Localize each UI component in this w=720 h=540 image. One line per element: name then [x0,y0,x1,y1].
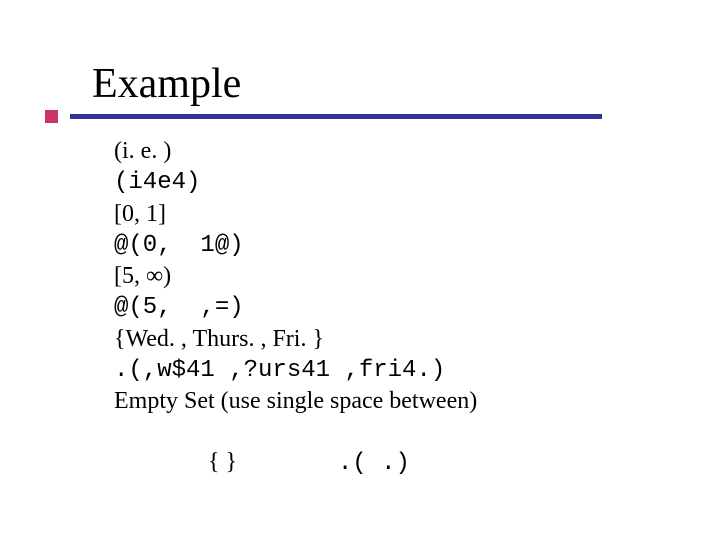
example-label-4: {Wed. , Thurs. , Fri. } [114,325,720,354]
slide-title: Example [92,60,720,108]
example-code-2: @(0, 1@) [114,231,720,260]
example-label-3: [5, ∞) [114,262,720,291]
slide-body: (i. e. ) (i4e4) [0, 1] @(0, 1@) [5, ∞) @… [92,137,720,507]
example-code-1: (i4e4) [114,168,720,197]
example-spacer-5 [237,450,338,477]
example-label-2: [0, 1] [114,200,720,229]
slide: Example (i. e. ) (i4e4) [0, 1] @(0, 1@) … [0,0,720,540]
title-underline [42,114,602,119]
example-braces-5: { } [208,449,237,475]
underline-bar [70,114,602,119]
example-row-5: { } .( .) [114,418,720,507]
example-code-4: .(,w$41 ,?urs41 ,fri4.) [114,356,720,385]
example-label-1: (i. e. ) [114,137,720,166]
example-label-5: Empty Set (use single space between) [114,387,720,416]
example-code-3: @(5, ,=) [114,293,720,322]
example-code-5: .( .) [338,450,410,477]
underline-accent-box [45,110,58,123]
